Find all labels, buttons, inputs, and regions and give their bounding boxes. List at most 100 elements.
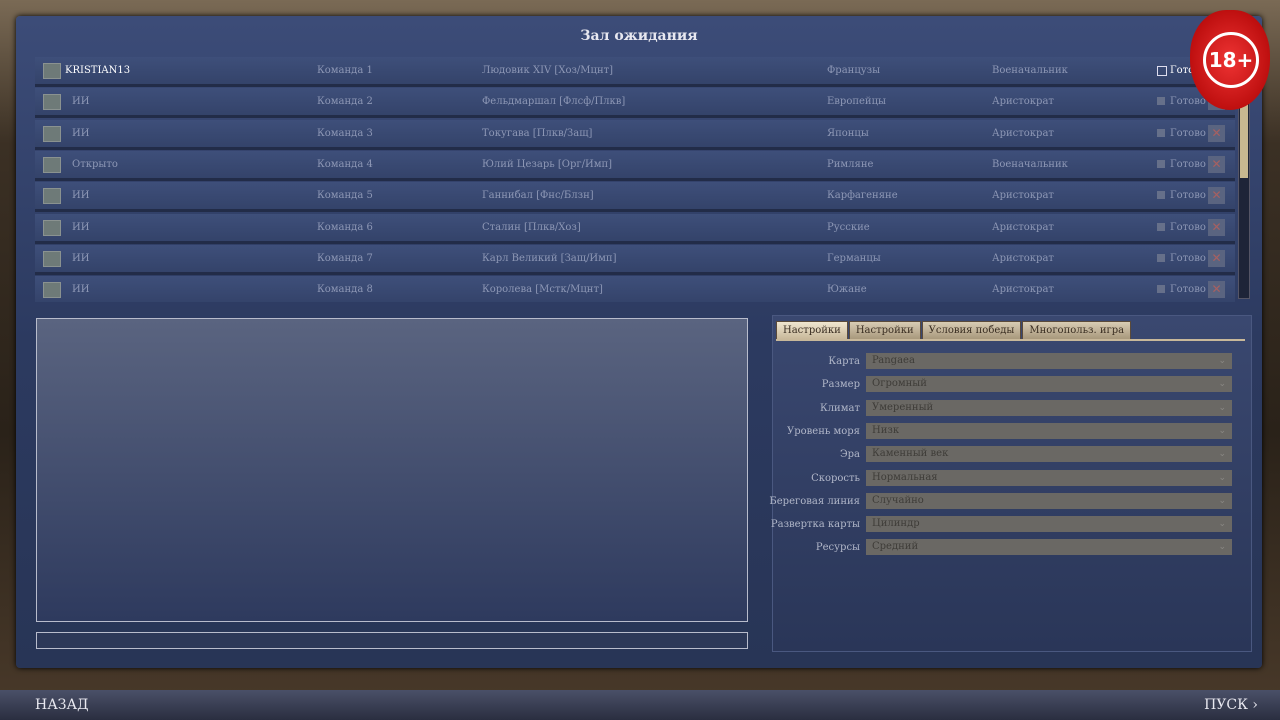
leader-select[interactable]: Фельдмаршал [Флсф/Плкв] <box>482 96 625 107</box>
setting-dropdown[interactable]: Умеренный ⌄ <box>866 399 1232 416</box>
setting-row: Размер Огромный ⌄ <box>773 376 1243 394</box>
settings-tab[interactable]: Настройки <box>848 321 921 340</box>
settings-tab[interactable]: Настройки <box>776 321 848 340</box>
team-select[interactable]: Команда 5 <box>317 190 373 201</box>
leader-select[interactable]: Ганнибал [Фнс/Блзн] <box>482 190 594 201</box>
slot-icon[interactable] <box>43 94 61 111</box>
player-row: ИИ Команда 8 Королева [Мстк/Мцнт] Южане … <box>35 276 1235 302</box>
team-select[interactable]: Команда 4 <box>317 159 373 170</box>
ready-checkbox[interactable] <box>1157 222 1165 231</box>
chevron-down-icon: ⌄ <box>1218 519 1226 530</box>
player-row: ИИ Команда 5 Ганнибал [Фнс/Блзн] Карфаге… <box>35 182 1235 213</box>
player-name[interactable]: Открыто <box>72 159 118 170</box>
team-select[interactable]: Команда 1 <box>317 65 373 76</box>
ready-checkbox[interactable] <box>1157 66 1167 76</box>
setting-dropdown[interactable]: Огромный ⌄ <box>866 376 1232 393</box>
player-name[interactable]: ИИ <box>72 190 89 201</box>
kick-close-icon[interactable]: ✕ <box>1208 281 1225 299</box>
chat-input[interactable] <box>36 632 748 649</box>
difficulty-select[interactable]: Военачальник <box>992 65 1068 76</box>
player-row: ИИ Команда 7 Карл Великий [Защ/Имп] Герм… <box>35 244 1235 275</box>
setting-dropdown[interactable]: Pangaea ⌄ <box>866 353 1232 369</box>
footer-bar: НАЗАД ПУСК › <box>0 690 1280 720</box>
slot-icon[interactable] <box>43 156 61 173</box>
leader-select[interactable]: Людовик XIV [Хоз/Мцнт] <box>482 65 613 76</box>
setting-dropdown[interactable]: Низк ⌄ <box>866 422 1232 439</box>
difficulty-select[interactable]: Аристократ <box>992 253 1054 264</box>
ready-checkbox[interactable] <box>1157 191 1165 200</box>
ready-checkbox[interactable] <box>1157 128 1165 137</box>
team-select[interactable]: Команда 8 <box>317 284 373 295</box>
start-label: ПУСК <box>1204 697 1248 713</box>
team-select[interactable]: Команда 7 <box>317 253 373 264</box>
setting-label: Карта <box>828 356 860 367</box>
player-name[interactable]: ИИ <box>72 128 89 139</box>
kick-close-icon[interactable]: ✕ <box>1208 249 1225 267</box>
setting-row: Карта Pangaea ⌄ <box>773 353 1243 371</box>
setting-dropdown[interactable]: Случайно ⌄ <box>866 492 1232 509</box>
ready-checkbox[interactable] <box>1157 253 1165 262</box>
civ-name[interactable]: Карфагеняне <box>827 190 898 201</box>
back-button[interactable]: НАЗАД <box>35 697 89 713</box>
kick-close-icon[interactable]: ✕ <box>1208 155 1225 173</box>
leader-select[interactable]: Сталин [Плкв/Хоз] <box>482 222 581 233</box>
setting-value: Цилиндр <box>872 518 920 530</box>
kick-close-icon[interactable]: ✕ <box>1208 218 1225 236</box>
leader-select[interactable]: Карл Великий [Защ/Имп] <box>482 253 617 264</box>
team-select[interactable]: Команда 6 <box>317 222 373 233</box>
ready-checkbox[interactable] <box>1157 159 1165 168</box>
slot-icon[interactable] <box>43 282 61 299</box>
civ-name[interactable]: Южане <box>827 284 867 295</box>
player-name[interactable]: ИИ <box>72 222 89 233</box>
start-button[interactable]: ПУСК › <box>1204 697 1258 713</box>
civ-name[interactable]: Русские <box>827 222 870 233</box>
civ-name[interactable]: Французы <box>827 65 880 76</box>
kick-close-icon[interactable]: ✕ <box>1208 124 1225 142</box>
difficulty-select[interactable]: Аристократ <box>992 190 1054 201</box>
age-rating-badge: 18+ <box>1190 10 1270 110</box>
settings-tab[interactable]: Условия победы <box>921 321 1022 340</box>
leader-select[interactable]: Юлий Цезарь [Орг/Имп] <box>482 159 612 170</box>
setting-dropdown[interactable]: Цилиндр ⌄ <box>866 516 1232 533</box>
ready-label: Готово <box>1170 284 1206 296</box>
civ-name[interactable]: Европейцы <box>827 96 886 107</box>
ready-label: Готово <box>1170 96 1206 108</box>
settings-tab[interactable]: Многопольз. игра <box>1022 321 1132 340</box>
player-name[interactable]: ИИ <box>72 284 89 295</box>
player-row: KRISTIAN13 Команда 1 Людовик XIV [Хоз/Мц… <box>35 57 1235 87</box>
difficulty-select[interactable]: Аристократ <box>992 284 1054 295</box>
civ-name[interactable]: Римляне <box>827 159 873 170</box>
setting-dropdown[interactable]: Нормальная ⌄ <box>866 469 1232 486</box>
player-name[interactable]: ИИ <box>72 253 89 264</box>
setting-label: Климат <box>819 402 860 414</box>
window-title: Зал ожидания <box>580 28 698 44</box>
leader-select[interactable]: Токугава [Плкв/Защ] <box>482 128 592 139</box>
civ-name[interactable]: Германцы <box>827 253 881 264</box>
slot-icon[interactable] <box>43 188 61 205</box>
ready-checkbox[interactable] <box>1157 97 1165 106</box>
kick-close-icon[interactable]: ✕ <box>1208 187 1225 205</box>
chevron-down-icon: ⌄ <box>1218 495 1226 506</box>
setting-label: Береговая линия <box>769 495 860 507</box>
player-name[interactable]: KRISTIAN13 <box>65 65 130 76</box>
leader-select[interactable]: Королева [Мстк/Мцнт] <box>482 284 603 295</box>
setting-label: Размер <box>821 379 860 391</box>
team-select[interactable]: Команда 3 <box>317 128 373 139</box>
slot-icon[interactable] <box>43 125 61 142</box>
difficulty-select[interactable]: Военачальник <box>992 159 1068 170</box>
setting-dropdown[interactable]: Каменный век ⌄ <box>866 446 1232 463</box>
slot-icon[interactable] <box>43 250 61 267</box>
difficulty-select[interactable]: Аристократ <box>992 222 1054 233</box>
team-select[interactable]: Команда 2 <box>317 96 373 107</box>
difficulty-select[interactable]: Аристократ <box>992 96 1054 107</box>
setting-dropdown[interactable]: Средний ⌄ <box>866 539 1232 556</box>
ready-checkbox[interactable] <box>1157 285 1165 294</box>
slot-icon[interactable] <box>43 63 61 79</box>
setting-label: Скорость <box>811 472 860 484</box>
setting-label: Развертка карты <box>770 519 860 531</box>
player-name[interactable]: ИИ <box>72 96 89 107</box>
civ-name[interactable]: Японцы <box>827 128 869 139</box>
difficulty-select[interactable]: Аристократ <box>992 128 1054 139</box>
player-row: ИИ Команда 6 Сталин [Плкв/Хоз] Русские А… <box>35 213 1235 244</box>
slot-icon[interactable] <box>43 219 61 236</box>
